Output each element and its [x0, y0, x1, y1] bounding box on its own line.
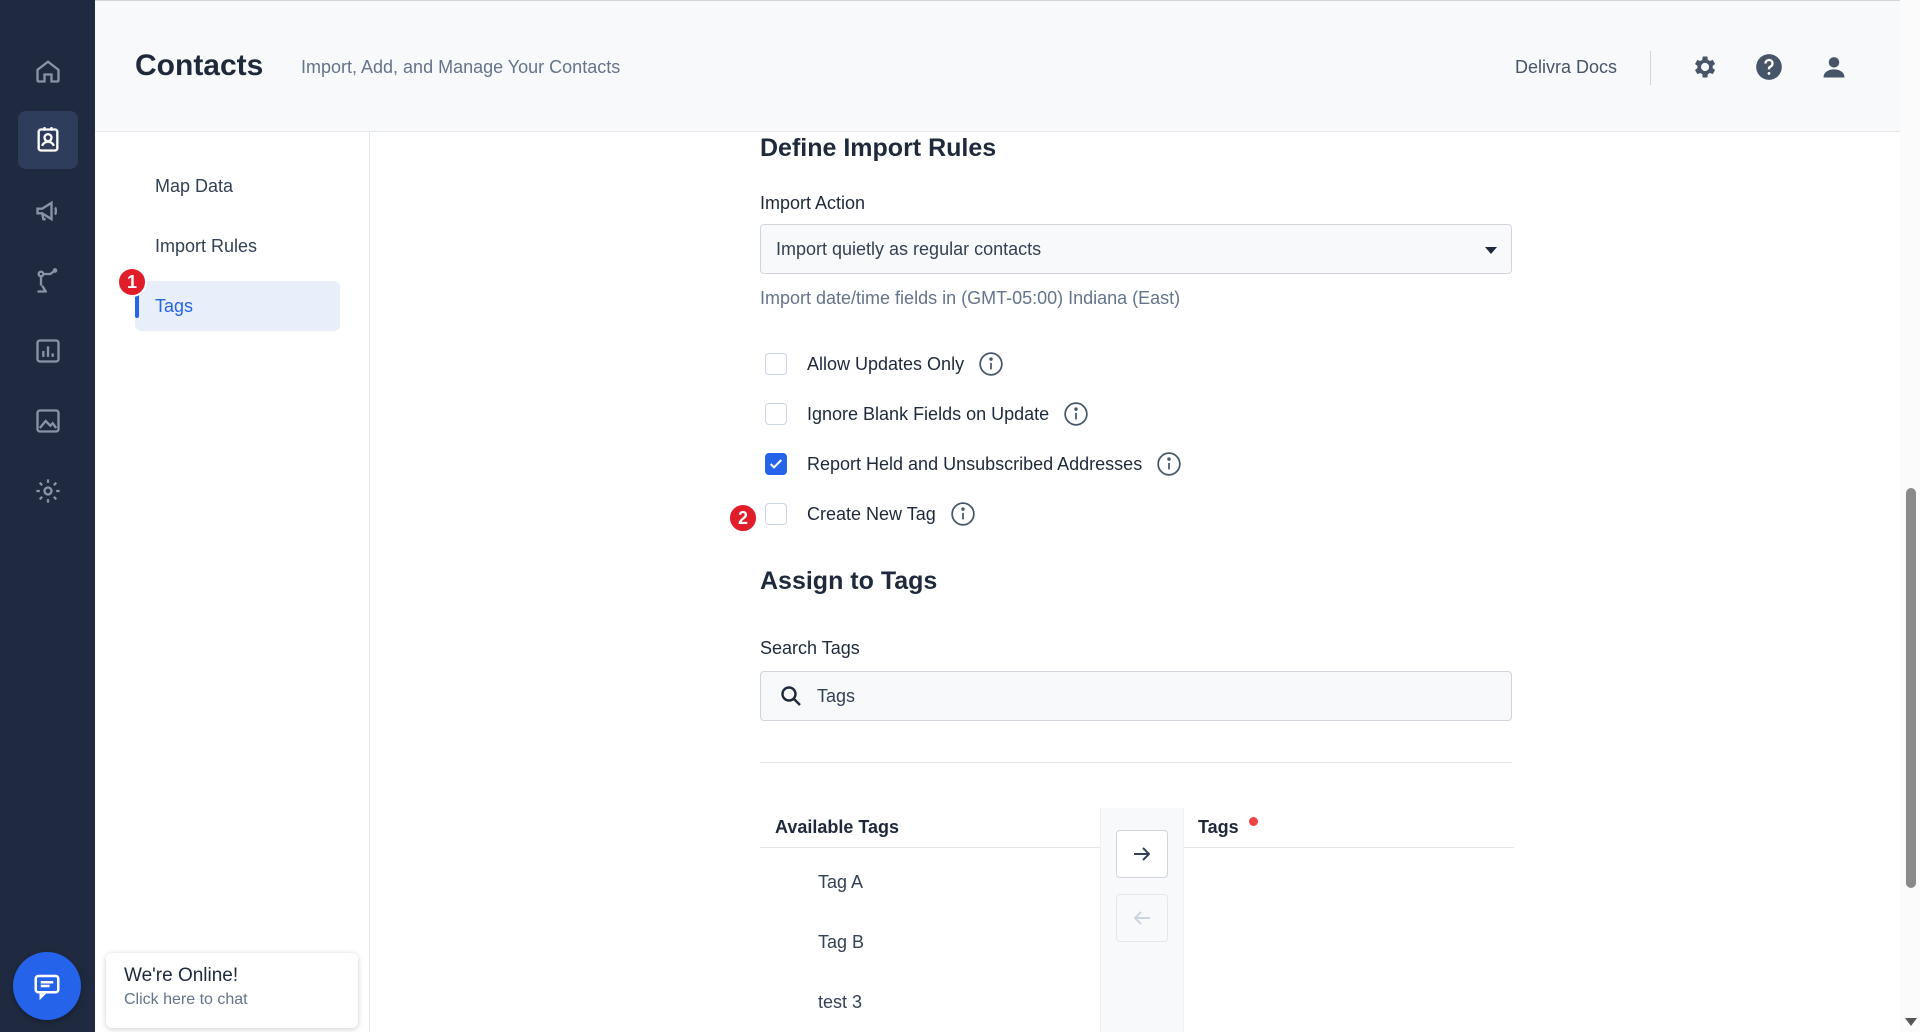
- info-icon[interactable]: [1063, 401, 1089, 427]
- subnav-item-import-rules[interactable]: Import Rules: [135, 221, 340, 271]
- timezone-hint: Import date/time fields in (GMT-05:00) I…: [760, 288, 1181, 308]
- checkmark-icon: [769, 459, 783, 469]
- scrollbar-thumb[interactable]: [1906, 488, 1916, 888]
- caret-down-icon: [1485, 247, 1497, 254]
- option-label: Report Held and Unsubscribed Addresses: [807, 453, 1143, 474]
- import-rules-heading: Define Import Rules: [760, 134, 997, 162]
- option-label: Ignore Blank Fields on Update: [807, 403, 1050, 424]
- settings-button[interactable]: [1688, 51, 1720, 83]
- move-left-button[interactable]: [1116, 894, 1168, 942]
- selected-tags-header: Tags: [1184, 808, 1514, 848]
- scroll-down-arrow[interactable]: [1905, 1018, 1917, 1026]
- arrow-left-icon: [1133, 911, 1150, 925]
- option-label: Allow Updates Only: [807, 353, 965, 374]
- option-create-new-tag: Create New Tag: [765, 499, 976, 529]
- option-ignore-blank-fields: Ignore Blank Fields on Update: [765, 399, 1089, 429]
- allow-updates-only-checkbox[interactable]: [765, 353, 787, 375]
- rail-item-settings[interactable]: [18, 462, 78, 520]
- import-action-value: Import quietly as regular contacts: [776, 238, 1042, 259]
- step-badge-1: 1: [117, 267, 147, 297]
- import-action-select[interactable]: Import quietly as regular contacts: [760, 224, 1512, 274]
- search-icon: [781, 686, 801, 706]
- option-label: Create New Tag: [807, 503, 936, 524]
- option-allow-updates-only: Allow Updates Only: [765, 349, 1004, 379]
- transfer-controls: [1100, 808, 1184, 1032]
- automation-icon: [37, 268, 58, 293]
- subnav-item-tags[interactable]: Tags: [135, 281, 340, 331]
- rail-item-contacts[interactable]: [18, 111, 78, 169]
- rail-item-automation[interactable]: [18, 252, 78, 310]
- chat-icon: [34, 974, 60, 1001]
- step-badge-2: 2: [728, 503, 758, 533]
- content-divider: [760, 762, 1512, 763]
- move-right-button[interactable]: [1116, 830, 1168, 878]
- selected-tags-title: Tags: [1198, 817, 1239, 837]
- subnav-item-map-data[interactable]: Map Data: [135, 161, 340, 211]
- assign-tags-heading: Assign to Tags: [760, 567, 938, 595]
- rail-item-home[interactable]: [18, 42, 78, 100]
- rail-item-reports[interactable]: [18, 322, 78, 380]
- rail-item-campaigns[interactable]: [18, 182, 78, 240]
- contacts-icon: [37, 127, 59, 152]
- arrow-right-icon: [1134, 847, 1151, 861]
- available-tags-title: Available Tags: [775, 817, 900, 837]
- megaphone-icon: [36, 200, 58, 222]
- report-held-unsubscribed-checkbox[interactable]: [765, 453, 787, 475]
- search-tags-label: Search Tags: [760, 638, 860, 658]
- list-item[interactable]: Tag B: [818, 932, 864, 953]
- image-icon: [36, 409, 60, 433]
- user-icon: [1823, 57, 1845, 78]
- gear-icon: [1695, 56, 1716, 78]
- help-icon: [1756, 54, 1782, 80]
- option-report-held-unsubscribed: Report Held and Unsubscribed Addresses: [765, 449, 1182, 479]
- page-header: Contacts Import, Add, and Manage Your Co…: [95, 0, 1900, 132]
- icon-rail: [0, 0, 95, 1032]
- chat-popup-title: We're Online!: [124, 965, 239, 986]
- help-button[interactable]: [1753, 51, 1785, 83]
- info-icon[interactable]: [978, 351, 1004, 377]
- info-icon[interactable]: [1156, 451, 1182, 477]
- import-action-label: Import Action: [760, 193, 866, 213]
- search-tags-field: [760, 671, 1512, 721]
- info-icon[interactable]: [950, 501, 976, 527]
- reports-icon: [36, 339, 60, 363]
- rail-item-media[interactable]: [18, 392, 78, 450]
- chat-popup-subtitle: Click here to chat: [124, 991, 248, 1008]
- home-icon: [36, 60, 60, 83]
- required-indicator: [1248, 817, 1258, 826]
- list-item[interactable]: Tag A: [818, 872, 863, 893]
- page-title: Contacts: [135, 49, 264, 82]
- chat-popup[interactable]: We're Online! Click here to chat: [106, 953, 358, 1028]
- search-tags-input[interactable]: [817, 685, 1467, 707]
- ignore-blank-fields-checkbox[interactable]: [765, 403, 787, 425]
- gear-icon: [36, 479, 60, 503]
- docs-link[interactable]: Delivra Docs: [1515, 57, 1617, 78]
- header-divider: [1650, 51, 1651, 85]
- profile-button[interactable]: [1818, 51, 1850, 83]
- available-tags-header: Available Tags: [760, 808, 1100, 848]
- create-new-tag-checkbox[interactable]: [765, 503, 787, 525]
- list-item[interactable]: test 3: [818, 992, 862, 1013]
- chat-button[interactable]: [13, 952, 81, 1020]
- page-subtitle: Import, Add, and Manage Your Contacts: [301, 57, 621, 77]
